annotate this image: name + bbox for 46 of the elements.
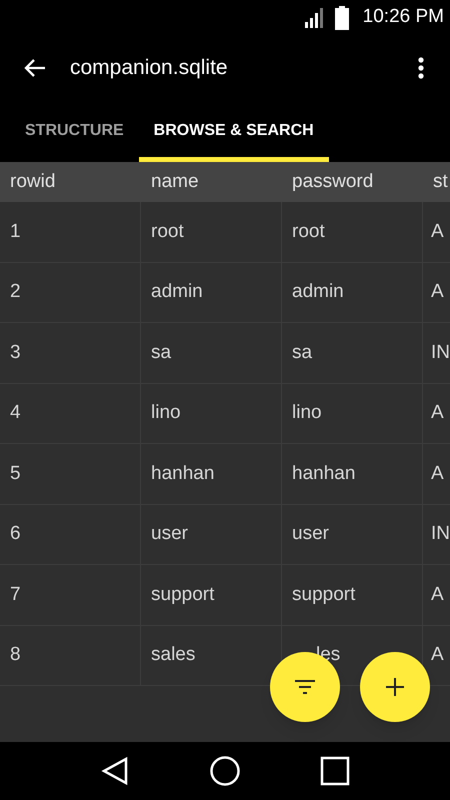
tab[interactable]: STRUCTURE: [10, 100, 139, 162]
table-cell-text: lino: [292, 401, 322, 425]
table-cell-text: admin: [151, 280, 203, 304]
back-icon[interactable]: [100, 756, 130, 786]
table-cell-text: A: [431, 582, 444, 606]
table-cell-text: 5: [10, 462, 21, 486]
table-cell-text: A: [431, 462, 444, 486]
table-cell-text: 6: [10, 522, 21, 546]
table-cell-text: A: [431, 280, 444, 304]
column-header: rowid: [9, 170, 56, 194]
column-header: st: [432, 170, 448, 194]
filter-icon: [294, 679, 316, 695]
table-cell-text: 7: [10, 582, 21, 606]
plus-icon: [386, 678, 404, 696]
column-header: name: [150, 170, 199, 194]
home-icon[interactable]: [208, 755, 241, 787]
table-cell-text: sa: [151, 340, 172, 364]
table-cell-text: 1: [10, 220, 21, 244]
table-cell-text: IN: [431, 522, 450, 546]
table-cell-text: admin: [292, 280, 344, 304]
table-cell-text: sales: [151, 643, 196, 667]
recents-icon[interactable]: [320, 756, 350, 786]
table-cell-text: A: [431, 401, 444, 425]
table-cell-text: 3: [10, 340, 21, 364]
table-cell-text: root: [151, 220, 184, 244]
table-cell-text: support: [151, 582, 214, 606]
table-cell-text: user: [151, 522, 188, 546]
table-cell-text: A: [431, 220, 444, 244]
table-cell-text: 4: [10, 401, 21, 425]
table-cell-text: support: [292, 582, 356, 606]
battery-icon: [334, 6, 349, 30]
table-cell-text: lino: [151, 401, 181, 425]
table-cell-text: IN: [431, 340, 450, 364]
more-options-icon[interactable]: [418, 56, 424, 78]
table-cell-text: 2: [10, 280, 21, 304]
table-cell-text: hanhan: [151, 462, 214, 486]
table-cell-text: root: [292, 220, 325, 244]
table-cell-text: A: [431, 643, 444, 667]
table-cell-text: user: [292, 522, 329, 546]
back-arrow-icon[interactable]: [24, 58, 46, 78]
status-time: 10:26 PM: [362, 5, 444, 30]
table-cell-text: hanhan: [292, 462, 356, 486]
column-header: password: [291, 170, 374, 194]
table-cell-text: 8: [10, 643, 21, 667]
table-cell-text: sa: [292, 340, 312, 364]
app-title: companion.sqlite: [70, 54, 229, 81]
